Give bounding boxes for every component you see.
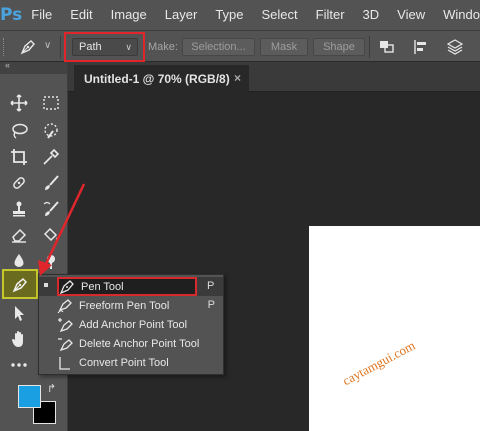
chevron-down-icon: ∨ <box>125 42 132 52</box>
pen-icon[interactable] <box>9 274 31 296</box>
flyout-item-pen-tool[interactable]: Pen Tool <box>57 277 197 296</box>
document-tab-title: Untitled-1 @ 70% (RGB/8) <box>84 71 230 86</box>
pen-tools-flyout: Pen Tool P Freeform Pen Tool P Add Ancho… <box>38 274 224 375</box>
flyout-item-freeform-pen-tool[interactable]: Freeform Pen Tool P <box>57 296 223 315</box>
pen-icon[interactable] <box>18 37 38 57</box>
flyout-item-add-anchor-point-tool[interactable]: Add Anchor Point Tool <box>57 315 223 334</box>
menu-3d[interactable]: 3D <box>354 0 389 30</box>
collapse-toolbox-icon[interactable]: « <box>5 60 10 70</box>
brush-icon[interactable] <box>40 172 62 194</box>
active-tool-bullet <box>44 283 48 287</box>
menu-filter[interactable]: Filter <box>307 0 354 30</box>
flyout-item-shortcut: P <box>207 280 215 292</box>
hand-icon[interactable] <box>8 328 30 350</box>
foreground-color-swatch[interactable] <box>18 385 41 408</box>
flyout-item-delete-anchor-point-tool[interactable]: Delete Anchor Point Tool <box>57 334 223 353</box>
swap-colors-icon[interactable]: ↱ <box>47 382 56 395</box>
pen-icon <box>59 279 74 294</box>
make-label: Make: <box>148 41 178 53</box>
path-selection-icon[interactable] <box>8 302 30 324</box>
history-brush-icon[interactable] <box>40 198 62 220</box>
menu-select[interactable]: Select <box>253 0 307 30</box>
flyout-item-label: Delete Anchor Point Tool <box>79 337 200 350</box>
options-bar: ∨ Path ∨ Make: Selection... Mask Shape <box>0 30 480 62</box>
menu-edit[interactable]: Edit <box>61 0 101 30</box>
move-icon[interactable] <box>8 92 30 114</box>
flyout-item-label: Pen Tool <box>81 280 124 293</box>
tool-mode-value: Path <box>79 41 102 53</box>
marquee-icon[interactable] <box>40 92 62 114</box>
document-tab[interactable]: Untitled-1 @ 70% (RGB/8) × <box>74 65 249 92</box>
clone-stamp-icon[interactable] <box>8 198 30 220</box>
dodge-icon[interactable] <box>40 250 62 272</box>
lasso-icon[interactable] <box>8 120 30 142</box>
close-icon[interactable]: × <box>234 71 241 85</box>
tool-preset-chevron-icon[interactable]: ∨ <box>44 40 51 51</box>
crop-icon[interactable] <box>8 146 30 168</box>
add-anchor-point-icon <box>58 317 73 332</box>
delete-anchor-point-icon <box>58 337 73 351</box>
toolbox: « ↱ <box>0 60 68 431</box>
eyedropper-icon[interactable] <box>40 146 62 168</box>
make-shape-button[interactable]: Shape <box>313 38 365 56</box>
make-selection-button[interactable]: Selection... <box>182 38 255 56</box>
flyout-item-label: Freeform Pen Tool <box>79 299 170 312</box>
quick-selection-icon[interactable] <box>40 120 62 142</box>
flyout-item-label: Convert Point Tool <box>79 356 169 369</box>
flyout-item-label: Add Anchor Point Tool <box>79 318 188 331</box>
path-operations-icon[interactable] <box>378 39 396 55</box>
divider <box>60 36 61 58</box>
document-tab-bar: Untitled-1 @ 70% (RGB/8) × <box>68 62 480 92</box>
blur-icon[interactable] <box>8 250 30 272</box>
menu-image[interactable]: Image <box>102 0 156 30</box>
eraser-icon[interactable] <box>8 224 30 246</box>
menu-bar: Ps File Edit Image Layer Type Select Fil… <box>0 0 480 30</box>
make-mask-button[interactable]: Mask <box>260 38 308 56</box>
photoshop-logo: Ps <box>0 5 23 25</box>
options-bar-grip[interactable] <box>3 38 6 56</box>
convert-point-icon <box>59 356 70 370</box>
healing-brush-icon[interactable] <box>8 172 30 194</box>
tool-mode-select[interactable]: Path ∨ <box>72 38 138 56</box>
menu-type[interactable]: Type <box>206 0 252 30</box>
document-canvas[interactable] <box>309 226 480 431</box>
more-tools-icon[interactable] <box>8 354 30 376</box>
flyout-item-convert-point-tool[interactable]: Convert Point Tool <box>57 353 223 372</box>
menu-window[interactable]: Window <box>434 0 480 30</box>
menu-file[interactable]: File <box>22 0 61 30</box>
menu-layer[interactable]: Layer <box>156 0 207 30</box>
menu-view[interactable]: View <box>388 0 434 30</box>
divider <box>369 36 370 58</box>
path-alignment-icon[interactable] <box>412 39 430 55</box>
freeform-pen-icon <box>57 298 72 313</box>
toolbox-header[interactable]: « <box>0 60 67 74</box>
path-arrangement-icon[interactable] <box>446 39 464 55</box>
paint-bucket-icon[interactable] <box>40 224 62 246</box>
flyout-item-shortcut: P <box>207 299 215 311</box>
